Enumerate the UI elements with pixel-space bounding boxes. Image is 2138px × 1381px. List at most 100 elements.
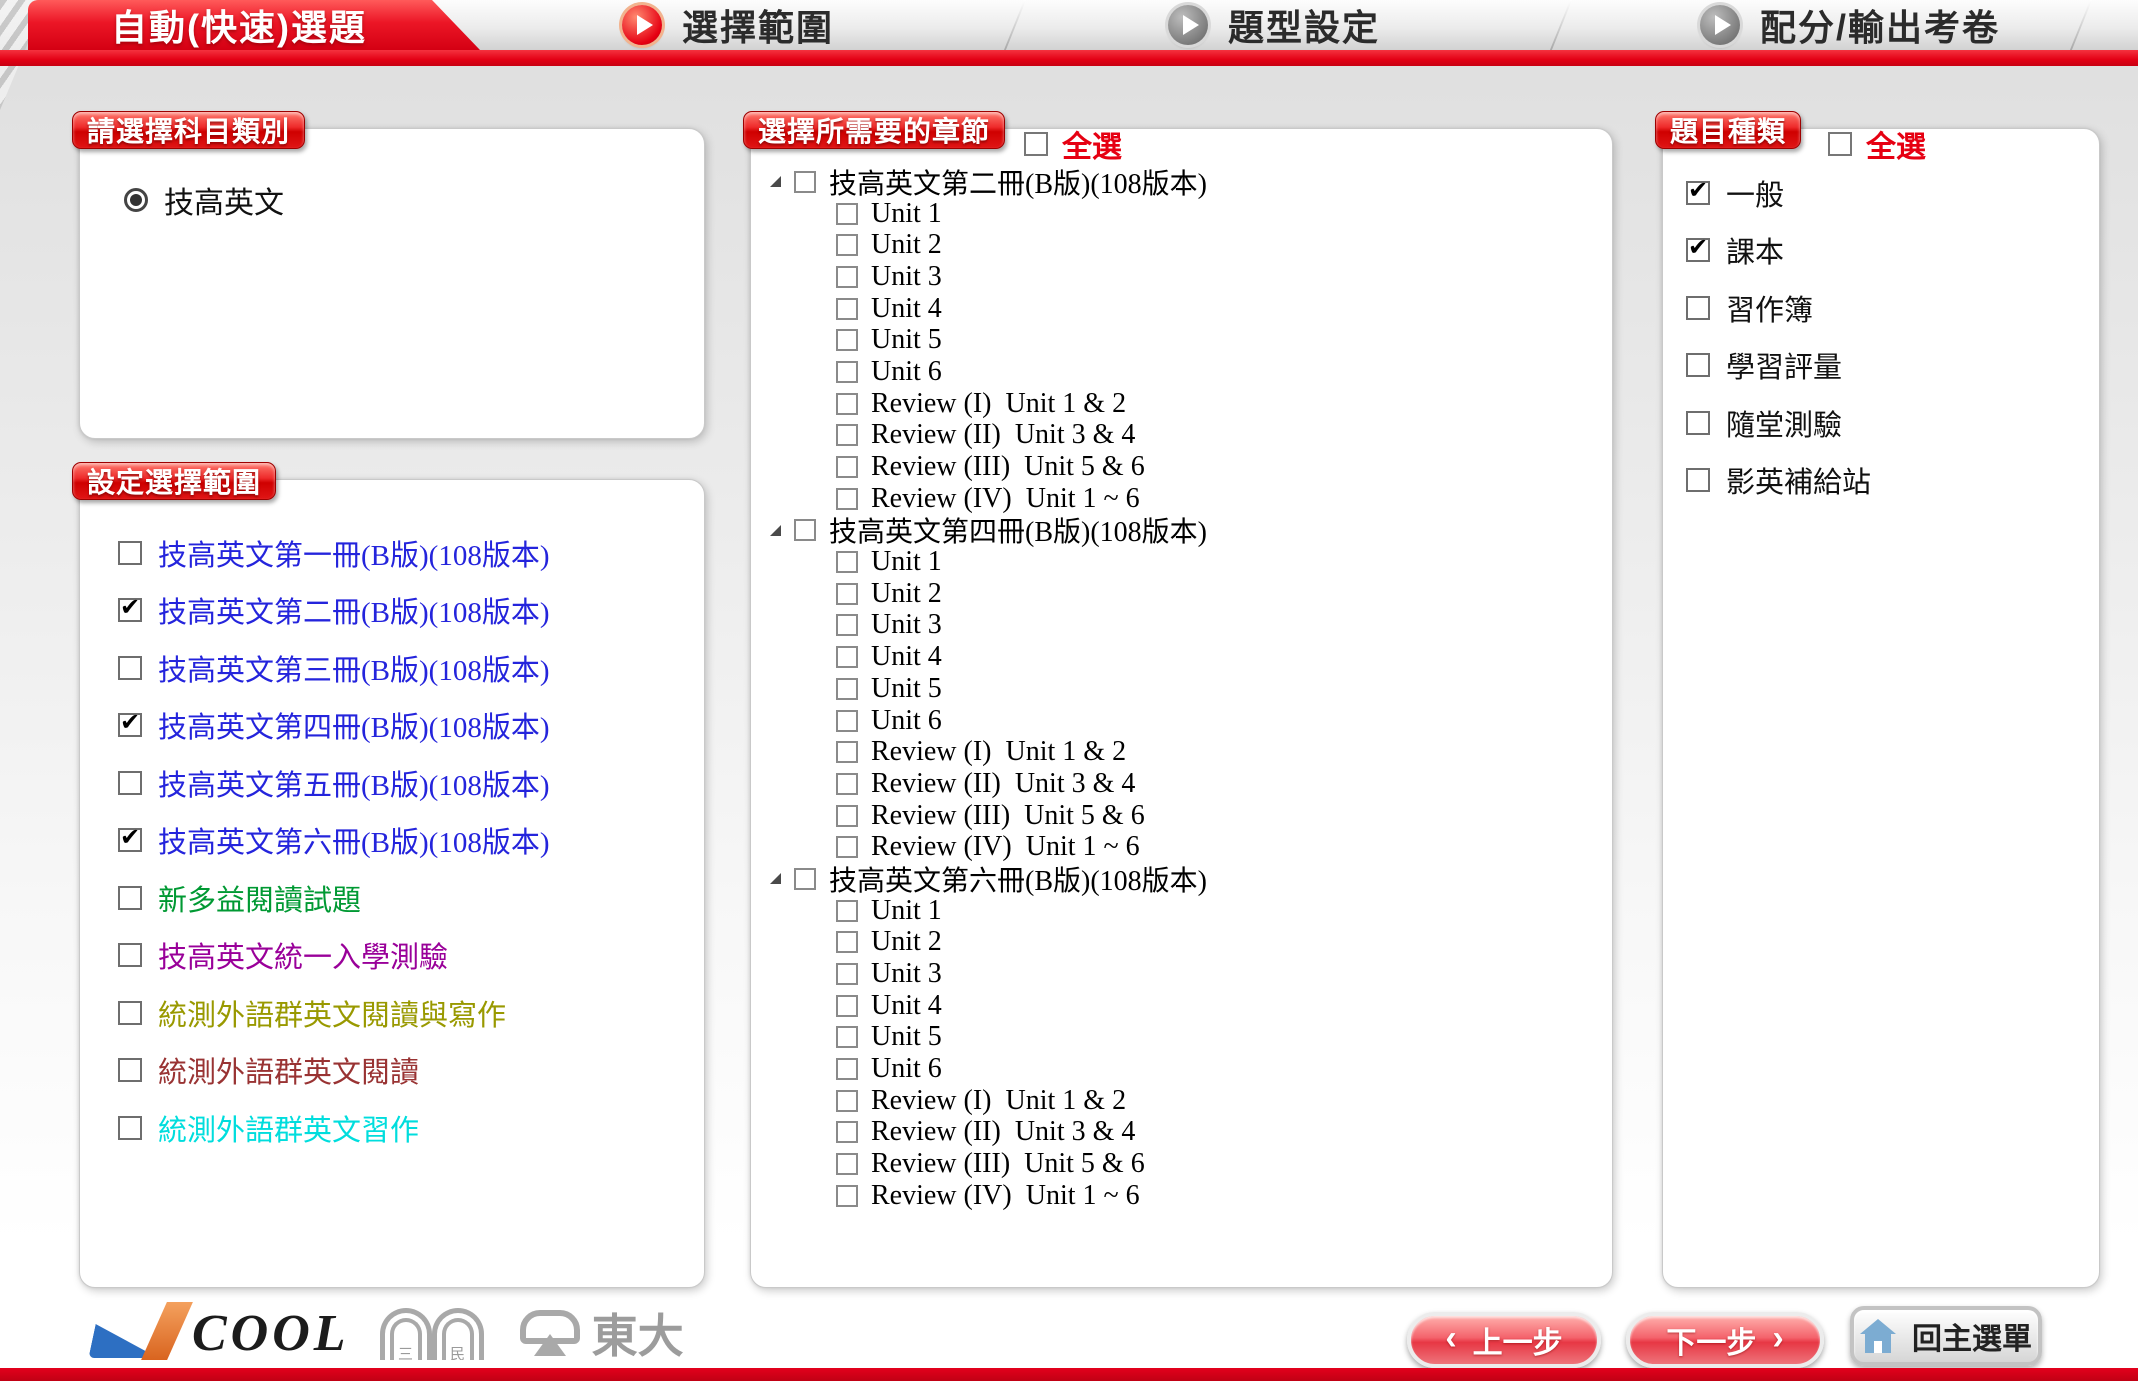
- tree-book-row[interactable]: 技高英文第四冊(B版)(108版本): [770, 515, 1207, 547]
- range-item-row[interactable]: 技高英文第五冊(B版)(108版本): [118, 754, 549, 812]
- tree-chapter-row[interactable]: Unit 2: [770, 229, 1207, 261]
- tree-book-checkbox[interactable]: [794, 519, 816, 541]
- range-item-checkbox[interactable]: [118, 1116, 142, 1140]
- tree-chapter-checkbox[interactable]: [836, 1121, 858, 1143]
- tree-chapter-checkbox[interactable]: [836, 900, 858, 922]
- type-select-all-checkbox[interactable]: [1828, 132, 1852, 156]
- type-item-row[interactable]: 隨堂測驗: [1686, 394, 1871, 452]
- tree-chapter-checkbox[interactable]: [836, 963, 858, 985]
- tree-chapter-checkbox[interactable]: [836, 678, 858, 700]
- tab-select-range[interactable]: 選擇範圍: [622, 0, 834, 50]
- tab-auto-quick-select[interactable]: 自動(快速)選題: [28, 0, 480, 50]
- range-item-checkbox[interactable]: [118, 713, 142, 737]
- range-item-row[interactable]: 技高英文第一冊(B版)(108版本): [118, 524, 549, 582]
- tree-chapter-checkbox[interactable]: [836, 1153, 858, 1175]
- tree-chapter-checkbox[interactable]: [836, 1185, 858, 1207]
- tree-chapter-checkbox[interactable]: [836, 710, 858, 732]
- tree-chapter-row[interactable]: Unit 4: [770, 990, 1207, 1022]
- tree-chapter-row[interactable]: Review (II) Unit 3 & 4: [770, 420, 1207, 452]
- tree-book-checkbox[interactable]: [794, 171, 816, 193]
- tree-chapter-checkbox[interactable]: [836, 1058, 858, 1080]
- type-item-checkbox[interactable]: [1686, 296, 1710, 320]
- tree-chapter-checkbox[interactable]: [836, 551, 858, 573]
- tree-chapter-checkbox[interactable]: [836, 329, 858, 351]
- range-item-row[interactable]: 技高英文第二冊(B版)(108版本): [118, 582, 549, 640]
- tree-chapter-checkbox[interactable]: [836, 424, 858, 446]
- tree-chapter-checkbox[interactable]: [836, 583, 858, 605]
- tree-chapter-row[interactable]: Unit 1: [770, 895, 1207, 927]
- tree-chapter-row[interactable]: Unit 1: [770, 546, 1207, 578]
- tree-expand-icon[interactable]: [770, 873, 781, 884]
- tree-chapter-checkbox[interactable]: [836, 931, 858, 953]
- tree-chapter-row[interactable]: Unit 4: [770, 293, 1207, 325]
- tree-chapter-row[interactable]: Unit 1: [770, 198, 1207, 230]
- range-item-checkbox[interactable]: [118, 1058, 142, 1082]
- tree-chapter-row[interactable]: Unit 5: [770, 324, 1207, 356]
- tree-chapter-row[interactable]: Review (III) Unit 5 & 6: [770, 800, 1207, 832]
- tree-chapter-row[interactable]: Unit 3: [770, 610, 1207, 642]
- range-item-checkbox[interactable]: [118, 771, 142, 795]
- range-item-row[interactable]: 新多益閱讀試題: [118, 869, 549, 927]
- type-item-checkbox[interactable]: [1686, 181, 1710, 205]
- tree-chapter-row[interactable]: Unit 2: [770, 927, 1207, 959]
- type-item-row[interactable]: 學習評量: [1686, 337, 1871, 395]
- type-item-checkbox[interactable]: [1686, 411, 1710, 435]
- tree-chapter-checkbox[interactable]: [836, 1090, 858, 1112]
- range-item-row[interactable]: 統測外語群英文習作: [118, 1099, 549, 1157]
- tree-chapter-row[interactable]: Review (III) Unit 5 & 6: [770, 451, 1207, 483]
- range-item-row[interactable]: 技高英文統一入學測驗: [118, 927, 549, 985]
- range-item-checkbox[interactable]: [118, 943, 142, 967]
- range-item-checkbox[interactable]: [118, 656, 142, 680]
- range-item-row[interactable]: 技高英文第六冊(B版)(108版本): [118, 812, 549, 870]
- tree-chapter-row[interactable]: Unit 3: [770, 261, 1207, 293]
- tab-score-output[interactable]: 配分/輸出考卷: [1700, 0, 2000, 50]
- tree-chapter-checkbox[interactable]: [836, 741, 858, 763]
- tree-chapter-row[interactable]: Unit 6: [770, 1053, 1207, 1085]
- range-item-checkbox[interactable]: [118, 541, 142, 565]
- tree-chapter-checkbox[interactable]: [836, 393, 858, 415]
- tree-chapter-row[interactable]: Review (I) Unit 1 & 2: [770, 736, 1207, 768]
- type-item-row[interactable]: 影英補給站: [1686, 452, 1871, 510]
- tree-chapter-checkbox[interactable]: [836, 203, 858, 225]
- range-item-checkbox[interactable]: [118, 598, 142, 622]
- tree-chapter-row[interactable]: Unit 5: [770, 1022, 1207, 1054]
- tree-chapter-row[interactable]: Unit 3: [770, 958, 1207, 990]
- tree-chapter-row[interactable]: Review (I) Unit 1 & 2: [770, 1085, 1207, 1117]
- tree-chapter-row[interactable]: Review (IV) Unit 1 ~ 6: [770, 1180, 1207, 1212]
- tree-chapter-checkbox[interactable]: [836, 805, 858, 827]
- range-item-checkbox[interactable]: [118, 1001, 142, 1025]
- tab-question-type-settings[interactable]: 題型設定: [1168, 0, 1380, 50]
- type-item-row[interactable]: 一般: [1686, 164, 1871, 222]
- tree-chapter-checkbox[interactable]: [836, 773, 858, 795]
- range-item-checkbox[interactable]: [118, 828, 142, 852]
- tree-chapter-checkbox[interactable]: [836, 234, 858, 256]
- range-item-checkbox[interactable]: [118, 886, 142, 910]
- range-item-row[interactable]: 統測外語群英文閱讀與寫作: [118, 984, 549, 1042]
- tree-chapter-checkbox[interactable]: [836, 995, 858, 1017]
- next-button[interactable]: 下一步 ›: [1626, 1312, 1824, 1368]
- tree-chapter-checkbox[interactable]: [836, 836, 858, 858]
- tree-chapter-checkbox[interactable]: [836, 456, 858, 478]
- type-item-checkbox[interactable]: [1686, 468, 1710, 492]
- type-item-row[interactable]: 習作簿: [1686, 279, 1871, 337]
- range-item-row[interactable]: 技高英文第四冊(B版)(108版本): [118, 697, 549, 755]
- tree-chapter-row[interactable]: Unit 5: [770, 673, 1207, 705]
- range-item-row[interactable]: 統測外語群英文閱讀: [118, 1042, 549, 1100]
- subject-option-row[interactable]: 技高英文: [124, 178, 284, 222]
- tree-chapter-row[interactable]: Unit 6: [770, 705, 1207, 737]
- tree-chapter-checkbox[interactable]: [836, 266, 858, 288]
- chapter-select-all[interactable]: 全選: [1024, 122, 1122, 166]
- tree-expand-icon[interactable]: [770, 176, 781, 187]
- tree-chapter-row[interactable]: Review (III) Unit 5 & 6: [770, 1148, 1207, 1180]
- type-item-row[interactable]: 課本: [1686, 222, 1871, 280]
- tree-chapter-checkbox[interactable]: [836, 361, 858, 383]
- subject-radio[interactable]: [124, 188, 148, 212]
- tree-chapter-row[interactable]: Review (I) Unit 1 & 2: [770, 388, 1207, 420]
- tree-chapter-checkbox[interactable]: [836, 614, 858, 636]
- range-item-row[interactable]: 技高英文第三冊(B版)(108版本): [118, 639, 549, 697]
- tree-chapter-checkbox[interactable]: [836, 488, 858, 510]
- tree-chapter-row[interactable]: Unit 2: [770, 578, 1207, 610]
- tree-chapter-checkbox[interactable]: [836, 298, 858, 320]
- tree-expand-icon[interactable]: [770, 525, 781, 536]
- home-button[interactable]: 回主選單: [1850, 1306, 2042, 1366]
